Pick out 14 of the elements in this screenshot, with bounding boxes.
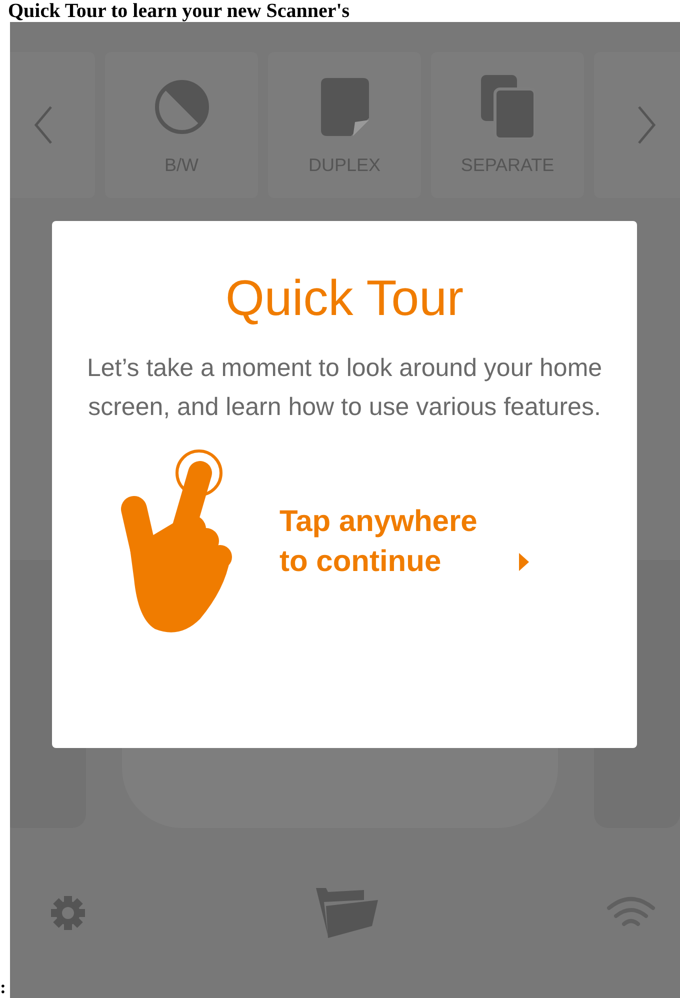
caption-text: Quick Tour to learn your new Scanner's: [7, 0, 351, 22]
chevron-right-icon[interactable]: [636, 105, 656, 145]
dialog-message: Let’s take a moment to look around your home screen, and learn how to use various features.: [86, 353, 604, 423]
dialog-card[interactable]: Quick Tour Let’s take a moment to look around your home screen, and learn how to use various features. Tap anywhere to continue: [52, 221, 637, 748]
folder-icon[interactable]: [314, 886, 380, 940]
continue-hint[interactable]: Tap anywhere to continue: [280, 502, 504, 582]
play-arrow-icon: [518, 552, 530, 572]
chevron-left-icon[interactable]: [32, 105, 52, 145]
settings-icon[interactable]: [48, 893, 88, 933]
caption-text: :: [0, 978, 7, 998]
contrast-icon: [154, 78, 210, 134]
dialog-title: Quick Tour: [225, 269, 464, 328]
page-icon: [320, 78, 368, 136]
copy-icon: [480, 74, 534, 138]
